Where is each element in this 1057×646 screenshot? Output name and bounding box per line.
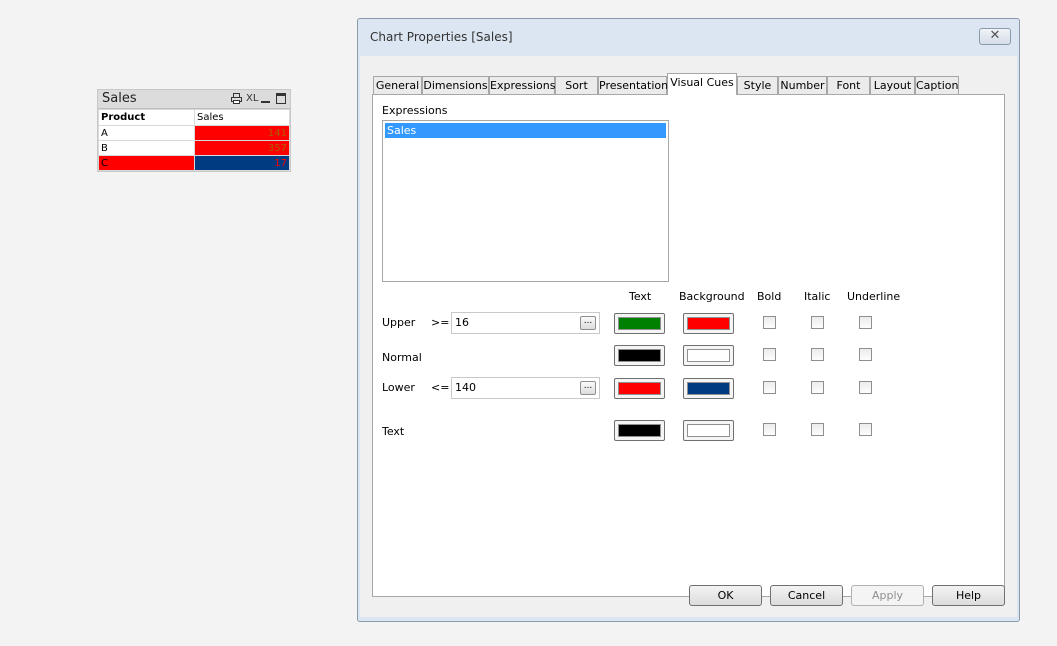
normal-underline-checkbox[interactable] (859, 348, 872, 361)
tab-style[interactable]: Style (737, 76, 778, 95)
tab-layout[interactable]: Layout (870, 76, 915, 95)
sales-table-object[interactable]: Sales XL Product Sales A 141 B 357 C 17 (97, 89, 291, 172)
upper-underline-checkbox[interactable] (859, 316, 872, 329)
upper-background-color-swatch (687, 317, 730, 330)
maximize-icon[interactable] (276, 93, 286, 104)
chart-properties-dialog: Chart Properties [Sales] ✕ General Dimen… (357, 18, 1020, 622)
dialog-title: Chart Properties [Sales] (370, 30, 513, 44)
print-icon[interactable] (231, 93, 242, 104)
apply-button[interactable]: Apply (851, 585, 924, 606)
header-product[interactable]: Product (98, 109, 195, 126)
text-text-color-button[interactable] (614, 420, 665, 441)
table-row: B 357 (98, 140, 290, 156)
text-row-label: Text (382, 425, 405, 438)
normal-background-color-button[interactable] (683, 345, 734, 366)
upper-text-color-swatch (618, 317, 661, 330)
upper-expression-button[interactable]: ... (580, 316, 596, 330)
upper-label: Upper (382, 316, 416, 329)
column-header-text: Text (629, 290, 652, 303)
upper-text-color-button[interactable] (614, 313, 665, 334)
cell-product[interactable]: C (98, 155, 195, 171)
text-background-color-button[interactable] (683, 420, 734, 441)
lower-background-color-button[interactable] (683, 378, 734, 399)
help-button[interactable]: Help (932, 585, 1005, 606)
normal-label: Normal (382, 351, 422, 364)
upper-value-field[interactable]: 16 ... (451, 312, 600, 334)
table-row: C 17 (98, 155, 290, 171)
cell-sales[interactable]: 357 (194, 140, 290, 156)
text-text-color-swatch (618, 424, 661, 437)
normal-background-color-swatch (687, 349, 730, 362)
expressions-label: Expressions (382, 104, 448, 117)
upper-bold-checkbox[interactable] (763, 316, 776, 329)
upper-italic-checkbox[interactable] (811, 316, 824, 329)
tab-number[interactable]: Number (778, 76, 827, 95)
tab-general[interactable]: General (373, 76, 422, 95)
column-header-background: Background (679, 290, 745, 303)
lower-expression-button[interactable]: ... (580, 381, 596, 395)
tab-visual-cues[interactable]: Visual Cues (667, 73, 737, 95)
cell-product[interactable]: B (98, 140, 195, 156)
normal-italic-checkbox[interactable] (811, 348, 824, 361)
tab-caption[interactable]: Caption (915, 76, 959, 95)
sales-table: Product Sales A 141 B 357 C 17 (98, 109, 290, 171)
lower-text-color-swatch (618, 382, 661, 395)
tab-presentation[interactable]: Presentation (598, 76, 668, 95)
list-item[interactable]: Sales (385, 123, 666, 138)
normal-text-color-button[interactable] (614, 345, 665, 366)
tab-expressions[interactable]: Expressions (489, 76, 555, 95)
lower-text-color-button[interactable] (614, 378, 665, 399)
lower-value: 140 (455, 381, 476, 394)
lower-operator: <= (431, 381, 450, 394)
column-header-italic: Italic (804, 290, 831, 303)
normal-text-color-swatch (618, 349, 661, 362)
lower-bold-checkbox[interactable] (763, 381, 776, 394)
tab-sort[interactable]: Sort (555, 76, 598, 95)
column-header-bold: Bold (757, 290, 782, 303)
cell-sales[interactable]: 141 (194, 125, 290, 141)
visual-cues-panel: Expressions Sales Text Background Bold I… (372, 94, 1005, 597)
lower-underline-checkbox[interactable] (859, 381, 872, 394)
dialog-client-area: General Dimensions Expressions Sort Pres… (360, 56, 1017, 617)
table-header-row: Product Sales (98, 109, 290, 126)
ok-button[interactable]: OK (689, 585, 762, 606)
expressions-list[interactable]: Sales (382, 120, 669, 282)
close-button[interactable]: ✕ (979, 28, 1011, 45)
tab-dimensions[interactable]: Dimensions (422, 76, 489, 95)
text-italic-checkbox[interactable] (811, 423, 824, 436)
close-icon: ✕ (989, 28, 1001, 43)
minimize-icon[interactable] (261, 93, 270, 104)
upper-value: 16 (455, 316, 469, 329)
cell-product[interactable]: A (98, 125, 195, 141)
lower-background-color-swatch (687, 382, 730, 395)
text-bold-checkbox[interactable] (763, 423, 776, 436)
sales-caption-bar[interactable]: Sales XL (98, 90, 290, 109)
header-sales[interactable]: Sales (194, 109, 290, 126)
lower-label: Lower (382, 381, 415, 394)
lower-italic-checkbox[interactable] (811, 381, 824, 394)
text-underline-checkbox[interactable] (859, 423, 872, 436)
cancel-button[interactable]: Cancel (770, 585, 843, 606)
column-header-underline: Underline (847, 290, 901, 303)
tab-font[interactable]: Font (827, 76, 870, 95)
normal-bold-checkbox[interactable] (763, 348, 776, 361)
upper-background-color-button[interactable] (683, 313, 734, 334)
text-background-color-swatch (687, 424, 730, 437)
send-to-excel-icon[interactable]: XL (246, 93, 258, 104)
upper-operator: >= (431, 316, 450, 329)
cell-sales[interactable]: 17 (194, 155, 290, 171)
table-row: A 141 (98, 125, 290, 141)
lower-value-field[interactable]: 140 ... (451, 377, 600, 399)
sales-caption-title: Sales (102, 91, 137, 106)
